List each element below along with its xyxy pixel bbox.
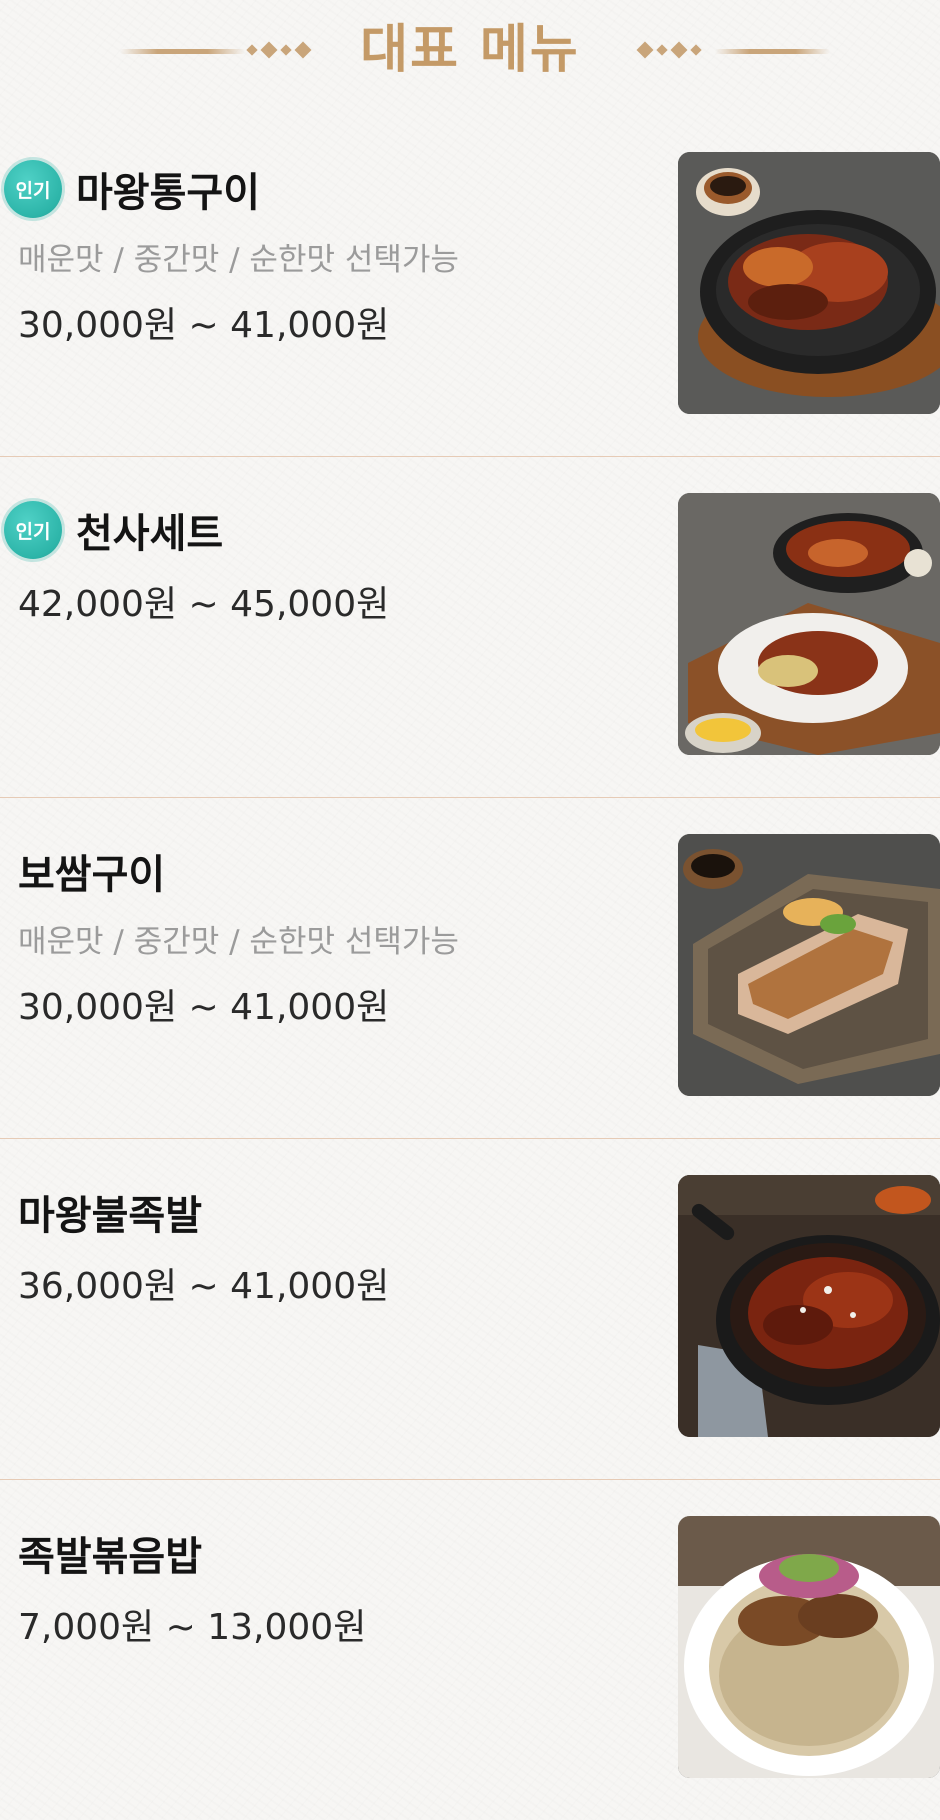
menu-header: 대표 메뉴 <box>0 0 940 100</box>
menu-item-name-row: 보쌈구이 <box>18 840 165 902</box>
header-diamond-ornament-left <box>246 30 312 70</box>
menu-item-name: 족발볶음밥 <box>18 1534 202 1580</box>
popular-badge: 인기 <box>4 160 62 218</box>
menu-item-price: 30,000원 ~ 41,000원 <box>18 987 390 1028</box>
menu-item-name-row: 족발볶음밥 <box>18 1522 202 1584</box>
roasted-pork-skillet-image[interactable] <box>678 152 940 414</box>
menu-item-price: 42,000원 ~ 45,000원 <box>18 584 390 625</box>
menu-item-mawang-tonggui[interactable]: 인기 마왕통구이 매운맛 / 중간맛 / 순한맛 선택가능 30,000원 ~ … <box>0 116 940 457</box>
menu-item-price: 36,000원 ~ 41,000원 <box>18 1266 390 1307</box>
set-platter-image[interactable] <box>678 493 940 755</box>
menu-item-price: 7,000원 ~ 13,000원 <box>18 1607 367 1648</box>
menu-item-name: 마왕불족발 <box>18 1193 202 1239</box>
grilled-bossam-tray-image[interactable] <box>678 834 940 1096</box>
menu-item-jokbal-fried-rice[interactable]: 족발볶음밥 7,000원 ~ 13,000원 <box>0 1480 940 1820</box>
menu-item-name: 보쌈구이 <box>18 852 166 898</box>
menu-item-name-row: 인기 천사세트 <box>4 499 224 561</box>
menu-item-name-row: 마왕불족발 <box>18 1181 202 1243</box>
header-ornament-line-right <box>715 49 830 54</box>
menu-item-name: 천사세트 <box>76 511 224 557</box>
menu-item-bossam-gui[interactable]: 보쌈구이 매운맛 / 중간맛 / 순한맛 선택가능 30,000원 ~ 41,0… <box>0 798 940 1139</box>
header-diamond-ornament-right <box>636 30 702 70</box>
menu-item-name: 마왕통구이 <box>76 170 260 216</box>
menu-item-cheonsa-set[interactable]: 인기 천사세트 42,000원 ~ 45,000원 <box>0 457 940 798</box>
popular-badge: 인기 <box>4 501 62 559</box>
header-ornament-line-left <box>120 49 245 54</box>
menu-item-mawang-bul-jokbal[interactable]: 마왕불족발 36,000원 ~ 41,000원 <box>0 1139 940 1480</box>
menu-item-price: 30,000원 ~ 41,000원 <box>18 305 390 346</box>
spicy-jokbal-skillet-image[interactable] <box>678 1175 940 1437</box>
jokbal-fried-rice-image[interactable] <box>678 1516 940 1778</box>
menu-list: 인기 마왕통구이 매운맛 / 중간맛 / 순한맛 선택가능 30,000원 ~ … <box>0 116 940 1820</box>
menu-item-option: 매운맛 / 중간맛 / 순한맛 선택가능 <box>18 924 459 960</box>
page-title: 대표 메뉴 <box>360 20 580 80</box>
menu-item-name-row: 인기 마왕통구이 <box>4 158 260 220</box>
menu-item-option: 매운맛 / 중간맛 / 순한맛 선택가능 <box>18 242 459 278</box>
